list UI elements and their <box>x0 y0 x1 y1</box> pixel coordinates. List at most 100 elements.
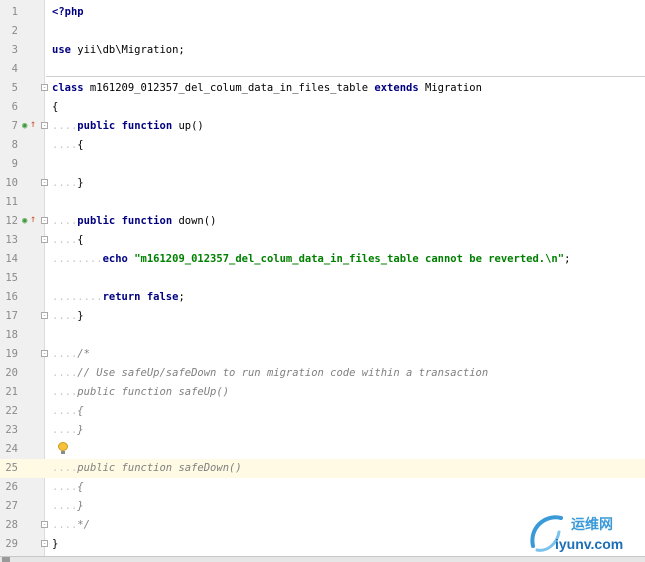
line-number: 27 <box>5 500 18 512</box>
line-number: 17 <box>5 310 18 322</box>
fold-toggle-icon[interactable]: - <box>41 540 48 547</box>
line-number: 1 <box>11 6 18 18</box>
code-line[interactable]: 7 ◉ ↑ - ....public function up() <box>0 117 645 136</box>
comment-token: */ <box>77 519 90 531</box>
arrow-up-icon[interactable]: ↑ <box>30 214 36 226</box>
code-line[interactable]: 2 <box>0 22 645 41</box>
code-token: ; <box>564 253 571 265</box>
override-method-icon[interactable]: ◉ <box>22 122 27 131</box>
indent-guide: .... <box>52 177 78 189</box>
code-text: ....public function safeDown() <box>52 459 242 478</box>
code-text: ........echo "m161209_012357_del_colum_d… <box>52 250 570 269</box>
fold-toggle-icon[interactable]: - <box>41 179 48 186</box>
code-line[interactable]: 11 <box>0 193 645 212</box>
line-number: 25 <box>5 462 18 474</box>
fold-toggle-icon[interactable]: - <box>41 217 48 224</box>
fold-toggle-icon[interactable]: - <box>41 312 48 319</box>
code-line[interactable]: 22 ....{ <box>0 402 645 421</box>
code-text: ....// Use safeUp/safeDown to run migrat… <box>52 364 488 383</box>
code-line[interactable]: 26 ....{ <box>0 478 645 497</box>
code-line[interactable]: 1 <?php <box>0 3 645 22</box>
code-line[interactable]: 4 <box>0 60 645 79</box>
keyword-token: public <box>77 120 116 132</box>
code-line[interactable]: 13 - ....{ <box>0 231 645 250</box>
indent-guide: .... <box>52 215 78 227</box>
code-token: } <box>77 310 84 322</box>
line-number: 10 <box>5 177 18 189</box>
line-number: 19 <box>5 348 18 360</box>
code-line[interactable]: 14 ........echo "m161209_012357_del_colum… <box>0 250 645 269</box>
line-number: 6 <box>11 101 18 113</box>
indent-guide: .... <box>52 500 78 512</box>
code-line[interactable]: 18 <box>0 326 645 345</box>
arrow-up-icon[interactable]: ↑ <box>30 119 36 131</box>
line-number: 20 <box>5 367 18 379</box>
fold-toggle-icon[interactable]: - <box>41 350 48 357</box>
fold-toggle-icon[interactable]: - <box>41 84 48 91</box>
override-method-icon[interactable]: ◉ <box>22 217 27 226</box>
code-text: ....} <box>52 307 84 326</box>
comment-token: public function safeDown() <box>77 462 242 474</box>
code-text: use yii\db\Migration; <box>52 41 185 60</box>
code-token: { <box>77 234 84 246</box>
line-number: 26 <box>5 481 18 493</box>
code-line[interactable]: 25 ....public function safeDown() <box>0 459 645 478</box>
code-token: Migration <box>418 82 482 94</box>
indent-guide: .... <box>52 462 78 474</box>
line-number: 11 <box>5 196 18 208</box>
line-number: 15 <box>5 272 18 284</box>
code-line[interactable]: 20 ....// Use safeUp/safeDown to run migr… <box>0 364 645 383</box>
line-number: 21 <box>5 386 18 398</box>
code-line[interactable]: 3 use yii\db\Migration; <box>0 41 645 60</box>
code-line[interactable]: 16 ........return false; <box>0 288 645 307</box>
code-text: <?php <box>52 3 84 22</box>
code-line[interactable]: 9 <box>0 155 645 174</box>
code-line[interactable]: 6{ <box>0 98 645 117</box>
line-number: 7 <box>11 120 18 132</box>
code-text: ........return false; <box>52 288 185 307</box>
code-line[interactable]: 17 -....} <box>0 307 645 326</box>
fold-toggle-icon[interactable]: - <box>41 236 48 243</box>
watermark-url: iyunv.com <box>555 536 624 552</box>
indent-guide: .... <box>52 405 78 417</box>
keyword-token: use <box>52 44 71 56</box>
code-line[interactable]: 10 -....} <box>0 174 645 193</box>
line-number: 12 <box>5 215 18 227</box>
line-number: 13 <box>5 234 18 246</box>
code-text: ....} <box>52 497 84 516</box>
code-token: } <box>52 538 59 550</box>
keyword-token: function <box>121 215 173 227</box>
code-text: class m161209_012357_del_colum_data_in_f… <box>52 79 482 98</box>
code-line[interactable]: 15 <box>0 269 645 288</box>
code-line[interactable]: 19 - ..../* <box>0 345 645 364</box>
code-text: ....{ <box>52 402 84 421</box>
code-line[interactable]: 12 ◉ ↑ - ....public function down() <box>0 212 645 231</box>
line-number: 29 <box>5 538 18 550</box>
lightbulb-icon[interactable] <box>58 442 68 455</box>
code-text: ....public function down() <box>52 212 216 231</box>
keyword-token: echo <box>102 253 128 265</box>
fold-toggle-icon[interactable]: - <box>41 122 48 129</box>
code-text: ....{ <box>52 478 84 497</box>
line-number: 16 <box>5 291 18 303</box>
watermark-logo: 运维网 iyunv.com <box>527 510 639 556</box>
code-text: ....{ <box>52 136 84 155</box>
code-line[interactable]: 21 ....public function safeUp() <box>0 383 645 402</box>
keyword-token: public <box>77 215 116 227</box>
code-text: ....public function up() <box>52 117 204 136</box>
indent-guide: .... <box>52 519 78 531</box>
fold-toggle-icon[interactable]: - <box>41 521 48 528</box>
code-line[interactable]: 5 - class m161209_012357_del_colum_data_in… <box>0 79 645 98</box>
code-token: up() <box>172 120 204 132</box>
code-line[interactable]: 24 <box>0 440 645 459</box>
code-line[interactable]: 8 ....{ <box>0 136 645 155</box>
line-number: 4 <box>11 63 18 75</box>
code-line[interactable]: 23....} <box>0 421 645 440</box>
indent-guide: .... <box>52 348 78 360</box>
keyword-token: extends <box>374 82 419 94</box>
comment-token: } <box>77 500 84 512</box>
code-editor[interactable]: 1 <?php 2 3 use yii\db\Migration; 4 5- class m1… <box>0 0 645 556</box>
indent-guide: .... <box>52 139 78 151</box>
indent-guide: .... <box>52 424 78 436</box>
code-text: } <box>52 535 58 554</box>
